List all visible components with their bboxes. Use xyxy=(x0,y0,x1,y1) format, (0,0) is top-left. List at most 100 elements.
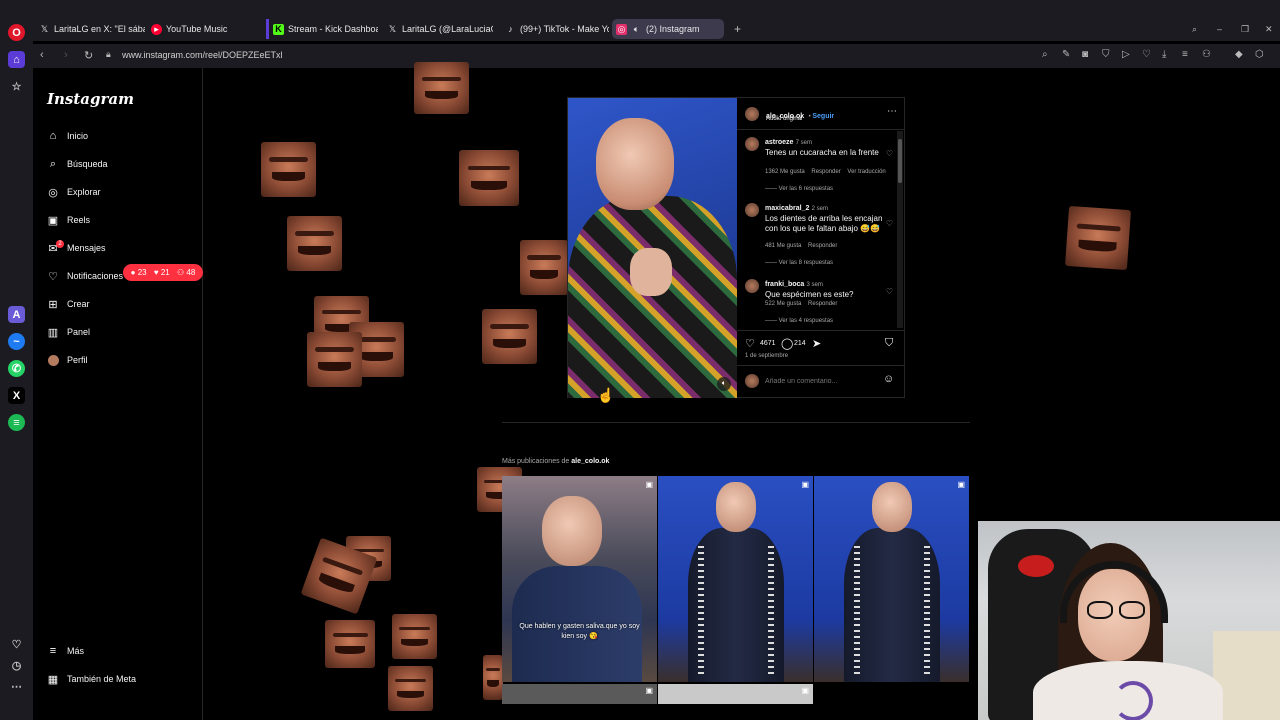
download-icon[interactable]: ⤓ xyxy=(1162,49,1166,60)
sidebar-item-perfil[interactable]: Perfil xyxy=(46,350,88,370)
settings-icon[interactable]: ⬡ xyxy=(1255,49,1264,60)
comment-username[interactable]: astroeze xyxy=(765,139,793,146)
like-comment-icon[interactable]: ♡ xyxy=(886,219,893,228)
comment-likes[interactable]: 481 Me gusta xyxy=(765,243,801,249)
add-comment-input[interactable] xyxy=(765,374,875,388)
heart-icon[interactable]: ♡ xyxy=(1142,49,1151,60)
view-replies-button[interactable]: —— Ver las 4 respuestas xyxy=(765,318,833,324)
aria-icon[interactable]: A xyxy=(8,306,25,323)
heart-icon[interactable]: ♡ xyxy=(8,636,25,653)
like-icon[interactable]: ♡ xyxy=(745,337,755,350)
comment-likes[interactable]: 522 Me gusta xyxy=(765,301,801,307)
new-tab-button[interactable]: + xyxy=(730,19,742,39)
bookmark-icon[interactable]: ⛉ xyxy=(885,337,893,350)
reels-icon: ▣ xyxy=(47,214,59,227)
emoji-icon[interactable]: ☺ xyxy=(883,373,894,385)
camera-icon[interactable]: ◙ xyxy=(1082,49,1088,60)
more-icon[interactable]: ⋯ xyxy=(8,678,25,695)
share-icon[interactable]: ➤ xyxy=(812,337,821,350)
x-icon[interactable]: X xyxy=(8,387,25,404)
avatar[interactable] xyxy=(745,203,759,217)
tab-tiktok[interactable]: ♪ (99+) TikTok - Make Your I xyxy=(501,19,609,39)
floating-face-image xyxy=(287,216,342,271)
mute-icon[interactable]: 🔈︎ xyxy=(717,377,731,391)
more-post-thumbnail[interactable]: ▣ xyxy=(814,476,969,682)
reel-video[interactable]: 🔈︎ xyxy=(568,98,737,398)
search-icon[interactable]: ⌕ xyxy=(1042,49,1048,60)
sidebar-item-explorar[interactable]: ◎ Explorar xyxy=(46,182,100,202)
more-post-thumbnail[interactable]: ▣ xyxy=(658,684,813,704)
extension-icon[interactable]: ◆ xyxy=(1235,49,1243,60)
instagram-logo[interactable]: Instagram xyxy=(47,90,134,108)
audio-label[interactable]: Audio original xyxy=(766,116,802,122)
more-posts-username[interactable]: ale_colo.ok xyxy=(571,458,609,465)
like-comment-icon[interactable]: ♡ xyxy=(886,149,893,158)
plus-square-icon: ⊞ xyxy=(48,298,58,311)
star-icon[interactable]: ☆ xyxy=(8,78,25,95)
sidebar-item-inicio[interactable]: ⌂ Inicio xyxy=(46,126,88,146)
view-replies-button[interactable]: —— Ver las 8 respuestas xyxy=(765,260,833,266)
tab-youtube-music[interactable]: ▸ YouTube Music xyxy=(147,19,257,39)
sidebar-item-panel[interactable]: ▥ Panel xyxy=(46,322,90,342)
opera-logo-icon[interactable]: O xyxy=(8,24,25,41)
spotify-icon[interactable]: ≡ xyxy=(8,414,25,431)
tab-x-profile[interactable]: 𝕏 LaritaLG (@LaraLuciaGarc xyxy=(383,19,493,39)
home-icon[interactable]: ⌂ xyxy=(8,51,25,68)
floating-face-image xyxy=(414,62,469,114)
avatar xyxy=(46,353,60,367)
comment-icon[interactable]: ◯ xyxy=(781,337,793,350)
profile-icon[interactable]: ⚇ xyxy=(1202,49,1211,60)
avatar[interactable] xyxy=(745,137,759,151)
tab-x-post[interactable]: 𝕏 LaritaLG en X: "El sábado l xyxy=(35,19,145,39)
like-count[interactable]: 4671 xyxy=(760,340,776,347)
sidebar-item-crear[interactable]: ⊞ Crear xyxy=(46,294,89,314)
like-comment-icon[interactable]: ♡ xyxy=(886,287,893,296)
comment-count[interactable]: 214 xyxy=(794,340,806,347)
reply-button[interactable]: Responder xyxy=(808,301,837,307)
tab-kick[interactable]: K Stream - Kick Dashboard xyxy=(266,19,378,39)
sidebar-item-mensajes[interactable]: ✉ Mensajes xyxy=(46,238,105,258)
reply-button[interactable]: Responder xyxy=(808,243,837,249)
floating-face-image xyxy=(459,150,519,206)
more-post-thumbnail[interactable]: Que hablen y gasten saliva.que yo soy ki… xyxy=(502,476,657,682)
more-options-icon[interactable]: ⋯ xyxy=(887,106,897,117)
translate-button[interactable]: Ver traducción xyxy=(847,169,885,175)
sidebar-item-reels[interactable]: ▣ Reels xyxy=(46,210,90,230)
scrollbar-thumb[interactable] xyxy=(898,139,902,183)
sidebar-item-busqueda[interactable]: ⌕ Búsqueda xyxy=(46,154,108,174)
avatar[interactable] xyxy=(745,107,759,121)
minimize-icon[interactable]: – xyxy=(1213,19,1227,39)
tab-instagram[interactable]: ◎ 🔈︎ (2) Instagram xyxy=(612,19,724,39)
notifications-popup[interactable]: ● 23 ♥ 21 ⚇ 48 xyxy=(123,264,203,281)
comments-scrollbar[interactable] xyxy=(897,131,903,328)
reel-icon: ▣ xyxy=(957,480,965,489)
url-field[interactable]: www.instagram.com/reel/DOEPZEeETxl xyxy=(122,50,283,60)
follow-button[interactable]: Seguir xyxy=(812,113,834,120)
reload-icon[interactable]: ↻ xyxy=(84,49,93,62)
play-icon[interactable]: ▷ xyxy=(1122,49,1130,60)
reply-button[interactable]: Responder xyxy=(811,169,840,175)
more-post-thumbnail[interactable]: ▣ xyxy=(502,684,657,704)
comment-username[interactable]: franki_boca xyxy=(765,281,804,288)
sidebar-item-mas[interactable]: ≡ Más xyxy=(46,641,84,661)
sidebar-item-notificaciones[interactable]: ♡ Notificaciones xyxy=(46,266,123,286)
close-icon[interactable]: ✕ xyxy=(1261,19,1275,39)
comment-username[interactable]: maxicabral_2 xyxy=(765,205,809,212)
shield-icon[interactable]: ⛉ xyxy=(1102,49,1110,60)
avatar[interactable] xyxy=(745,279,759,293)
history-icon[interactable]: ◷ xyxy=(8,657,25,674)
sidebar-item-meta[interactable]: ▦ También de Meta xyxy=(46,669,136,689)
search-tabs-icon[interactable]: ⌕ xyxy=(1188,19,1202,39)
thumbnail-subject-head xyxy=(872,482,912,532)
more-post-thumbnail[interactable]: ▣ xyxy=(658,476,813,682)
messenger-icon[interactable]: ~ xyxy=(8,333,25,350)
whatsapp-icon[interactable]: ✆ xyxy=(8,360,25,377)
view-replies-button[interactable]: —— Ver las 6 respuestas xyxy=(765,186,833,192)
maximize-icon[interactable]: ❐ xyxy=(1237,19,1251,39)
edit-icon[interactable]: ✎ xyxy=(1062,49,1070,60)
comment-count-badge: ● 23 xyxy=(130,268,147,277)
back-icon[interactable]: ‹ xyxy=(40,49,44,61)
comment-likes[interactable]: 1362 Me gusta xyxy=(765,169,805,175)
menu-icon[interactable]: ≡ xyxy=(1182,49,1188,60)
forward-icon[interactable]: › xyxy=(64,49,68,61)
